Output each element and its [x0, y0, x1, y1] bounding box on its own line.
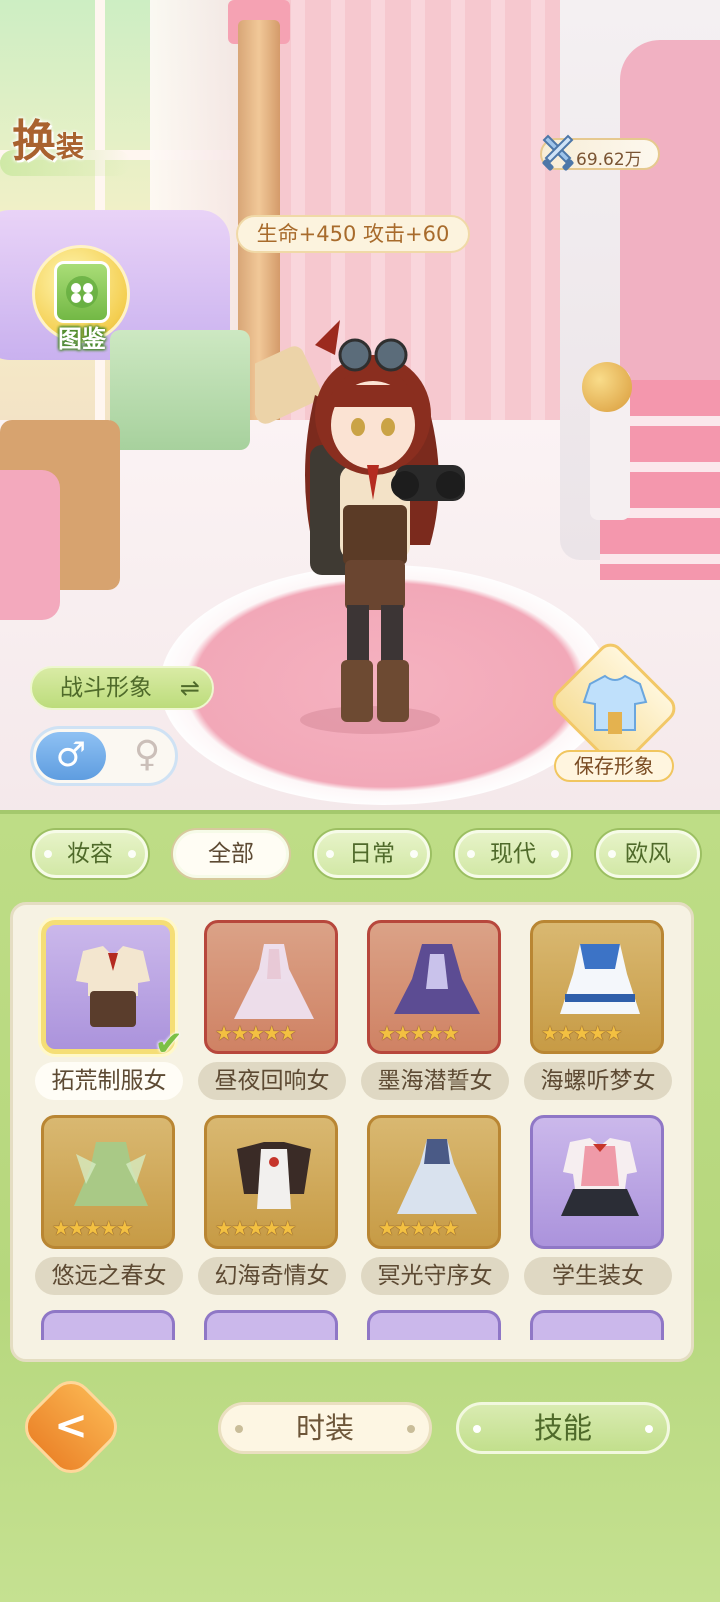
owned-check-icon: ✔: [154, 1024, 184, 1064]
outfit-name: 拓荒制服女: [35, 1062, 183, 1100]
outfit-name: 悠远之春女: [35, 1257, 183, 1295]
outfit-item[interactable]: ✔ 拓荒制服女: [35, 920, 183, 1100]
swap-arrows-icon: ⇌: [179, 674, 200, 702]
outfit-thumbnail: [74, 1142, 148, 1206]
outfit-card: ★★★★★: [41, 1115, 175, 1249]
outfit-card: ★★★★★: [204, 1115, 338, 1249]
battle-look-button[interactable]: 战斗形象 ⇌: [30, 666, 214, 710]
rarity-stars: ★★★★★: [378, 1216, 460, 1240]
save-look-label: 保存形象: [554, 750, 674, 782]
outfit-card: ★★★★★: [367, 1115, 501, 1249]
outfit-item[interactable]: ★★★★★ 冥光守序女: [361, 1115, 509, 1295]
outfit-item[interactable]: ★★★★★ 幻海奇情女: [198, 1115, 346, 1295]
outfit-thumbnail: [397, 1139, 477, 1214]
save-look-button[interactable]: 保存形象: [546, 637, 682, 785]
female-option[interactable]: ♀: [119, 732, 175, 780]
tab-modern-label: 现代: [490, 841, 536, 867]
tab-makeup[interactable]: 妆容: [32, 830, 148, 878]
codex-button[interactable]: 图鉴: [32, 245, 130, 355]
outfit-card: [530, 1115, 664, 1249]
tab-modern[interactable]: 现代: [455, 830, 571, 878]
gender-toggle[interactable]: ♂ ♀: [30, 726, 178, 786]
outfit-name: 昼夜回响女: [198, 1062, 346, 1100]
outfit-item-partial[interactable]: [367, 1310, 501, 1340]
outfit-item[interactable]: ★★★★★ 墨海潜誓女: [361, 920, 509, 1100]
tab-makeup-label: 妆容: [67, 841, 113, 867]
combat-power-value: 69.62万: [576, 150, 642, 170]
outfit-card: ★★★★★: [367, 920, 501, 1054]
outfit-card: ★★★★★: [204, 920, 338, 1054]
tab-all[interactable]: 全部: [173, 830, 289, 878]
clover-icon: [66, 276, 98, 308]
rarity-stars: ★★★★★: [541, 1021, 623, 1045]
outfit-name: 海螺听梦女: [524, 1062, 672, 1100]
outfit-name: 幻海奇情女: [198, 1257, 346, 1295]
outfit-grid: ✔ 拓荒制服女 ★★★★★ 昼夜回响女 ★★★★★ 墨海潜誓女 ★★★★★ 海螺…: [10, 902, 694, 1362]
codex-book-icon: [54, 261, 110, 323]
outfit-item[interactable]: ★★★★★ 悠远之春女: [35, 1115, 183, 1295]
outfit-card: ★★★★★: [530, 920, 664, 1054]
outfit-item-partial[interactable]: [41, 1310, 175, 1340]
tab-daily[interactable]: 日常: [314, 830, 430, 878]
tab-european[interactable]: 欧风: [596, 830, 700, 878]
crossed-swords-icon: [542, 134, 574, 171]
page-title-main: 换: [12, 116, 58, 167]
rarity-stars: ★★★★★: [215, 1216, 297, 1240]
outfit-thumbnail: [561, 1138, 639, 1216]
codex-label: 图鉴: [58, 325, 106, 353]
character-avatar[interactable]: [255, 315, 485, 745]
shirt-icon: [582, 674, 648, 734]
tab-all-label: 全部: [208, 841, 254, 867]
back-arrow-icon[interactable]: <: [32, 1388, 110, 1466]
outfit-item-partial[interactable]: [530, 1310, 664, 1340]
tab-daily-label: 日常: [349, 841, 395, 867]
combat-power-badge: 69.62万: [540, 134, 660, 171]
outfit-item-partial[interactable]: [204, 1310, 338, 1340]
battle-look-label: 战斗形象: [60, 675, 152, 701]
rarity-stars: ★★★★★: [378, 1021, 460, 1045]
rarity-stars: ★★★★★: [52, 1216, 134, 1240]
outfit-name: 学生装女: [524, 1257, 672, 1295]
outfit-thumbnail: [560, 944, 640, 1014]
outfit-item[interactable]: ★★★★★ 海螺听梦女: [524, 920, 672, 1100]
outfit-thumbnail: [76, 946, 150, 1027]
male-option[interactable]: ♂: [36, 732, 106, 780]
skills-tab-button[interactable]: 技能: [456, 1402, 670, 1454]
outfit-thumbnail: [394, 944, 480, 1014]
outfit-stat-bonus: 生命+450 攻击+60: [236, 215, 470, 253]
skills-tab-label: 技能: [533, 1411, 592, 1445]
outfit-item[interactable]: 学生装女: [524, 1115, 672, 1295]
outfit-name: 墨海潜誓女: [361, 1062, 509, 1100]
category-tabs: 妆容 全部 日常 现代 欧风: [0, 830, 720, 880]
fashion-tab-label: 时装: [295, 1411, 354, 1445]
rarity-stars: ★★★★★: [215, 1021, 297, 1045]
outfit-item[interactable]: ★★★★★ 昼夜回响女: [198, 920, 346, 1100]
outfit-thumbnail: [234, 944, 314, 1019]
page-title-sub: 装: [56, 130, 85, 163]
page-title: 换装: [12, 105, 84, 169]
tab-european-label: 欧风: [625, 841, 671, 867]
outfit-thumbnail: [237, 1142, 311, 1209]
fashion-tab-button[interactable]: 时装: [218, 1402, 432, 1454]
outfit-name: 冥光守序女: [361, 1257, 509, 1295]
